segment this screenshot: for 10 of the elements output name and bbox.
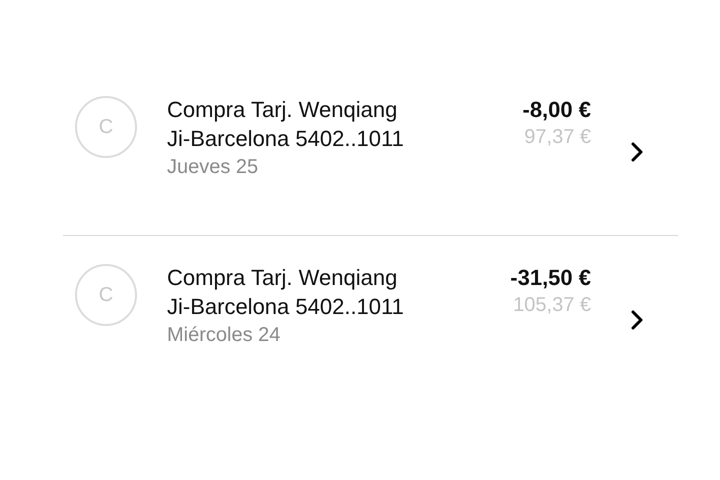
transaction-date: Miércoles 24 xyxy=(167,323,282,348)
chevron-right-icon[interactable] xyxy=(631,310,643,330)
transaction-description: Compra Tarj. Wenqiang Ji-Barcelona 5402..1011 xyxy=(167,96,405,153)
chevron-right-icon[interactable] xyxy=(631,142,643,162)
transaction-description: Compra Tarj. Wenqiang Ji-Barcelona 5402..1011 xyxy=(167,264,405,321)
transaction-amount: -8,00 € xyxy=(522,96,591,124)
transaction-date: Jueves 25 xyxy=(167,155,260,180)
transaction-amount: -31,50 € xyxy=(510,264,591,292)
balance-amount: 105,37 € xyxy=(512,293,591,318)
balance-amount: 97,37 € xyxy=(523,125,591,150)
